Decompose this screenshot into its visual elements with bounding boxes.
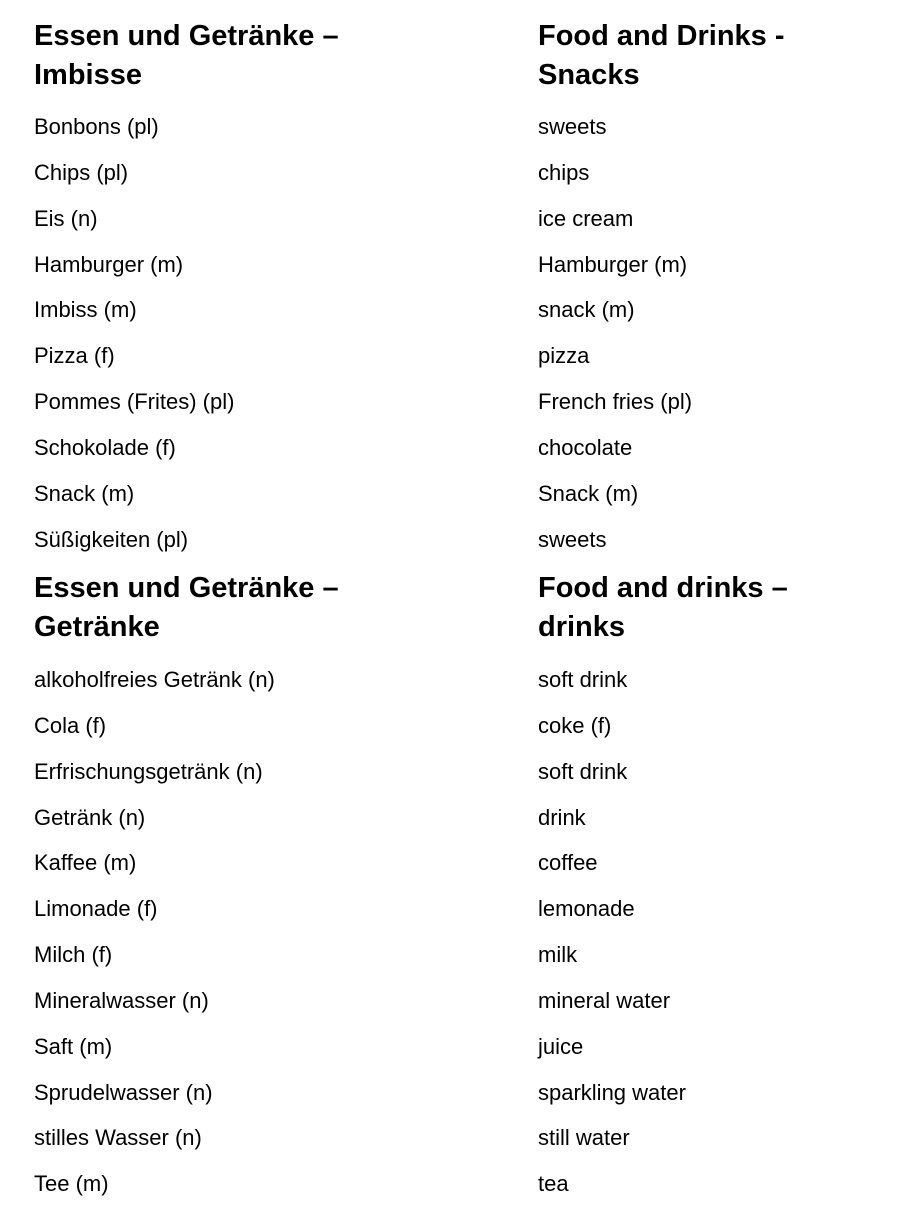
section-heading-en: Food and drinks – drinks [538,572,788,643]
english-term: Hamburger (m) [538,251,688,277]
english-term: French fries (pl) [538,389,693,415]
english-term: ice cream [538,205,634,231]
english-term: soft drink [538,667,628,692]
english-term: Snack (m) [538,480,639,506]
section-heading-en: Food and Drinks - Snacks [538,20,785,91]
german-term: Eis (n) [34,205,98,231]
german-term: Chips (pl) [34,159,129,185]
english-term: sparkling water [538,1079,686,1105]
english-term: juice [538,1033,584,1059]
german-term: Tee (m) [34,1171,109,1197]
english-term: sweets [538,526,607,552]
english-term: coffee [538,850,598,876]
vocab-list-en: soft drink coke (f) soft drink drink coffee l… [538,657,908,1207]
german-term: Bonbons (pl) [34,114,159,139]
english-term: tea [538,1171,569,1197]
german-term: stilles Wasser (n) [34,1125,202,1151]
section-heading-de: Essen und Getränke – Imbisse [34,20,339,91]
english-term: still water [538,1125,630,1151]
english-term: sweets [538,114,607,139]
german-term: Cola (f) [34,712,107,738]
english-term: lemonade [538,896,635,922]
german-term: Limonade (f) [34,896,158,922]
german-term: Snack (m) [34,480,135,506]
english-term: mineral water [538,987,671,1013]
german-term: Kaffee (m) [34,850,137,876]
english-term: coke (f) [538,712,612,738]
german-term: Hamburger (m) [34,251,184,277]
english-term: milk [538,942,578,968]
german-term: Pommes (Frites) (pl) [34,389,235,415]
english-term: pizza [538,343,590,369]
german-term: Mineralwasser (n) [34,987,209,1013]
german-term: Imbiss (m) [34,297,137,323]
english-term: snack (m) [538,297,635,323]
german-term: Süßigkeiten (pl) [34,526,189,552]
section-heading-de: Essen und Getränke – Getränke [34,572,339,643]
german-term: Getränk (n) [34,804,146,830]
vocab-list-en: sweets chips ice cream Hamburger (m) snack (… [538,104,908,562]
german-term: Saft (m) [34,1033,113,1059]
german-term: Erfrischungsgetränk (n) [34,758,263,784]
vocab-list-de: alkoholfreies Getränk (n) Cola (f) Erfrisc… [34,657,514,1207]
english-term: soft drink [538,758,628,784]
english-term: chocolate [538,434,633,460]
vocab-list-de: Bonbons (pl) Chips (pl) Eis (n) Hamburger (… [34,104,514,562]
german-term: Milch (f) [34,942,113,968]
german-term: Pizza (f) [34,343,115,369]
german-term: Schokolade (f) [34,434,176,460]
english-term: drink [538,804,586,830]
german-term: Sprudelwasser (n) [34,1079,213,1105]
german-term: alkoholfreies Getränk (n) [34,667,275,692]
english-term: chips [538,159,590,185]
